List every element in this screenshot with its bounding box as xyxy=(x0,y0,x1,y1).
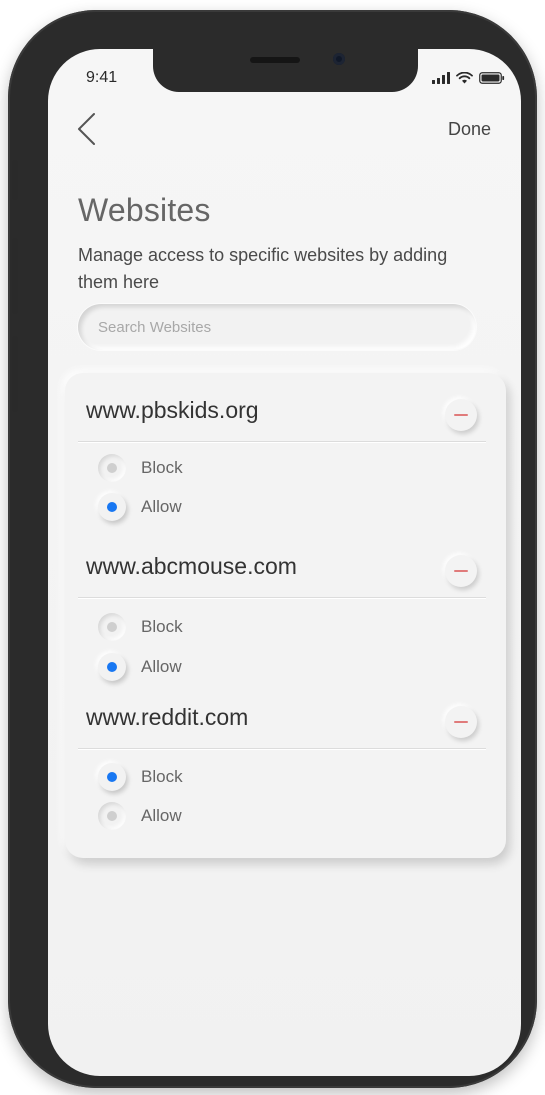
radio-button[interactable] xyxy=(98,653,126,681)
radio-button[interactable] xyxy=(98,802,126,830)
front-camera xyxy=(333,53,345,65)
website-domain: www.pbskids.org xyxy=(86,397,259,423)
divider xyxy=(78,748,486,749)
option-label: Block xyxy=(141,458,183,477)
notch xyxy=(153,49,418,92)
silent-switch xyxy=(12,160,18,200)
remove-website-button[interactable] xyxy=(445,555,477,587)
website-list-card: www.pbskids.org Block Allow www.abcmouse… xyxy=(65,373,506,858)
radio-button[interactable] xyxy=(98,493,126,521)
page-title: Websites xyxy=(78,192,211,228)
phone-frame: 9:41 Done Websites Manage access to spec… xyxy=(8,10,537,1088)
website-domain: www.reddit.com xyxy=(86,704,249,730)
radio-button[interactable] xyxy=(98,454,126,482)
chevron-left-icon xyxy=(78,113,95,145)
remove-website-button[interactable] xyxy=(445,706,477,738)
volume-up-button xyxy=(12,238,18,314)
radio-button[interactable] xyxy=(98,613,126,641)
speaker-grille xyxy=(250,57,300,63)
website-domain: www.abcmouse.com xyxy=(86,553,297,579)
divider xyxy=(78,441,486,442)
option-label: Block xyxy=(141,767,183,786)
option-label: Allow xyxy=(141,497,182,516)
divider xyxy=(78,597,486,598)
done-button[interactable]: Done xyxy=(448,119,491,140)
volume-down-button xyxy=(12,336,18,412)
radio-button[interactable] xyxy=(98,763,126,791)
back-button[interactable] xyxy=(74,111,102,147)
status-time: 9:41 xyxy=(86,69,118,86)
option-label: Allow xyxy=(141,806,182,825)
cellular-signal-icon xyxy=(432,71,450,89)
minus-icon xyxy=(454,414,468,416)
status-icons xyxy=(432,71,505,89)
option-label: Block xyxy=(141,617,183,636)
wifi-icon xyxy=(456,71,473,89)
option-label: Allow xyxy=(141,657,182,676)
minus-icon xyxy=(454,570,468,572)
screen: 9:41 Done Websites Manage access to spec… xyxy=(48,49,521,1076)
minus-icon xyxy=(454,721,468,723)
remove-website-button[interactable] xyxy=(445,399,477,431)
battery-icon xyxy=(479,71,505,89)
page-subtitle: Manage access to specific websites by ad… xyxy=(78,245,448,292)
search-input[interactable] xyxy=(78,304,476,350)
